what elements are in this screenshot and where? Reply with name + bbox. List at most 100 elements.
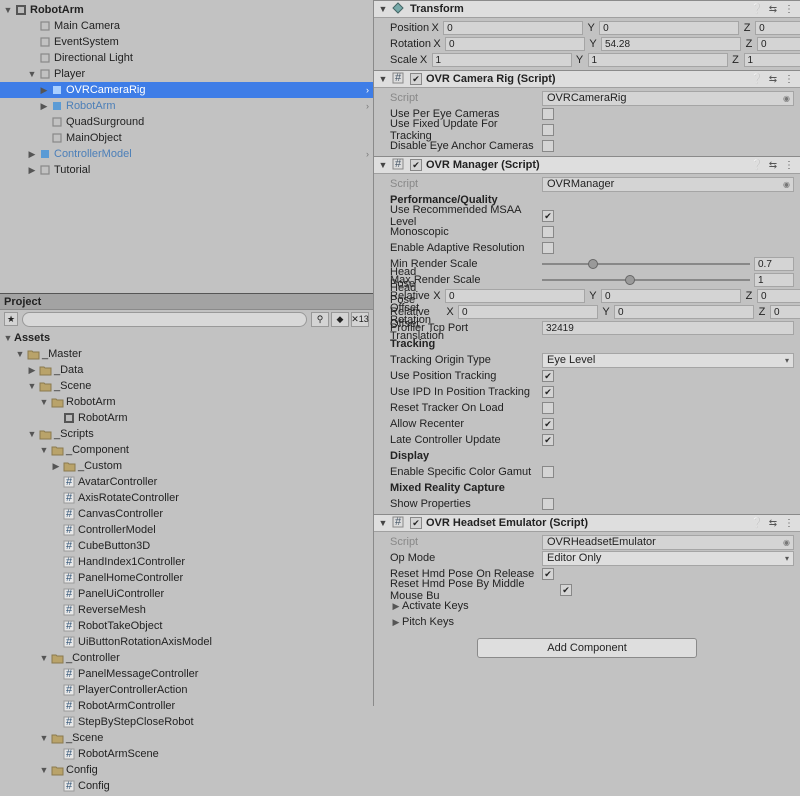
project-item[interactable]: ▼RobotArm (0, 394, 373, 410)
component-enabled-checkbox[interactable] (410, 517, 422, 529)
hierarchy-item[interactable]: QuadSurground (0, 114, 373, 130)
reset-tracker-checkbox[interactable] (542, 402, 554, 414)
project-item[interactable]: #AxisRotateController (0, 490, 373, 506)
tr-off-x[interactable] (458, 305, 598, 319)
foldout-icon[interactable]: ▼ (26, 69, 38, 79)
foldout-icon[interactable]: ▼ (2, 333, 14, 343)
ovr-manager-header[interactable]: ▼ # OVR Manager (Script) ❔⇆⋮ (374, 156, 800, 174)
rotation-x-input[interactable] (445, 37, 585, 51)
foldout-icon[interactable]: ▼ (14, 349, 26, 359)
help-icon[interactable]: ❔ (750, 2, 764, 16)
chevron-right-icon[interactable]: › (366, 149, 369, 159)
project-item[interactable]: #Config (0, 778, 373, 794)
project-item[interactable]: #RobotArmController (0, 698, 373, 714)
scale-z-input[interactable] (744, 53, 800, 67)
project-item[interactable]: #PanelUiController (0, 586, 373, 602)
activate-keys-label[interactable]: Activate Keys (402, 600, 554, 612)
hidden-count[interactable]: ✕13 (351, 312, 369, 327)
project-item[interactable]: #RobotTakeObject (0, 618, 373, 634)
project-item[interactable]: #HandIndex1Controller (0, 554, 373, 570)
script-field[interactable]: OVRHeadsetEmulator (542, 535, 794, 550)
search-type-icon[interactable]: ◆ (331, 312, 349, 327)
foldout-icon[interactable]: ▼ (378, 518, 388, 528)
help-icon[interactable]: ❔ (750, 158, 764, 172)
project-item[interactable]: #ControllerModel (0, 522, 373, 538)
component-enabled-checkbox[interactable] (410, 73, 422, 85)
use-fixed-update-checkbox[interactable] (542, 124, 554, 136)
foldout-icon[interactable]: ▼ (378, 4, 388, 14)
late-controller-checkbox[interactable] (542, 434, 554, 446)
position-y-input[interactable] (599, 21, 739, 35)
add-component-button[interactable]: Add Component (477, 638, 697, 658)
rotation-z-input[interactable] (757, 37, 800, 51)
rot-off-y[interactable] (601, 289, 741, 303)
reset-middle-mouse-checkbox[interactable] (560, 584, 572, 596)
foldout-icon[interactable]: ▼ (38, 765, 50, 775)
scale-x-input[interactable] (432, 53, 572, 67)
project-item[interactable]: #StepByStepCloseRobot (0, 714, 373, 730)
script-field[interactable]: OVRManager (542, 177, 794, 192)
use-per-eye-cameras-checkbox[interactable] (542, 108, 554, 120)
preset-icon[interactable]: ⇆ (766, 72, 780, 86)
rot-off-x[interactable] (445, 289, 585, 303)
foldout-icon[interactable]: ▶ (26, 365, 38, 376)
monoscopic-checkbox[interactable] (542, 226, 554, 238)
script-field[interactable]: OVRCameraRig (542, 91, 794, 106)
project-item[interactable]: #RobotArmScene (0, 746, 373, 762)
position-x-input[interactable] (443, 21, 583, 35)
project-item[interactable]: ▼Assets (0, 330, 373, 346)
tr-off-y[interactable] (614, 305, 754, 319)
max-render-scale-slider[interactable] (542, 279, 750, 281)
op-mode-dropdown[interactable]: Editor Only (542, 551, 794, 566)
foldout-icon[interactable]: ▼ (26, 429, 38, 439)
ovr-headset-emulator-header[interactable]: ▼ # OVR Headset Emulator (Script) ❔⇆⋮ (374, 514, 800, 532)
hierarchy-item[interactable]: ▶ControllerModel› (0, 146, 373, 162)
foldout-icon[interactable]: ▶ (50, 461, 62, 472)
tr-off-z[interactable] (770, 305, 800, 319)
profiler-port-input[interactable] (542, 321, 794, 335)
hierarchy-item[interactable]: MainObject (0, 130, 373, 146)
min-render-scale-slider[interactable] (542, 263, 750, 265)
foldout-icon[interactable]: ▼ (378, 160, 388, 170)
project-item[interactable]: #PanelHomeController (0, 570, 373, 586)
help-icon[interactable]: ❔ (750, 72, 764, 86)
foldout-icon[interactable]: ▶ (38, 101, 50, 112)
project-item[interactable]: #CanvasController (0, 506, 373, 522)
project-item[interactable]: #UiButtonRotationAxisModel (0, 634, 373, 650)
hierarchy-item[interactable]: Main Camera (0, 18, 373, 34)
scale-y-input[interactable] (588, 53, 728, 67)
foldout-icon[interactable]: ▼ (38, 733, 50, 743)
transform-component-header[interactable]: ▼ Transform ❔⇆⋮ (374, 0, 800, 18)
foldout-icon[interactable]: ▼ (26, 381, 38, 391)
project-item[interactable]: ▼_Scripts (0, 426, 373, 442)
color-gamut-checkbox[interactable] (542, 466, 554, 478)
favorite-button[interactable]: ★ (4, 312, 18, 326)
foldout-icon[interactable]: ▼ (38, 653, 50, 663)
foldout-icon[interactable]: ▼ (38, 445, 50, 455)
project-item[interactable]: RobotArm (0, 410, 373, 426)
foldout-icon[interactable]: ▼ (378, 74, 388, 84)
ovr-camera-rig-header[interactable]: ▼ # OVR Camera Rig (Script) ❔⇆⋮ (374, 70, 800, 88)
project-item[interactable]: #ReverseMesh (0, 602, 373, 618)
chevron-right-icon[interactable]: › (366, 101, 369, 111)
hierarchy-item[interactable]: ▶Tutorial (0, 162, 373, 178)
foldout-icon[interactable]: ▼ (2, 5, 14, 15)
hierarchy-item[interactable]: ▶RobotArm› (0, 98, 373, 114)
rot-off-z[interactable] (757, 289, 800, 303)
search-filter-icon[interactable]: ⚲ (311, 312, 329, 327)
pitch-keys-label[interactable]: Pitch Keys (402, 616, 554, 628)
project-item[interactable]: ▼_Controller (0, 650, 373, 666)
tracking-origin-dropdown[interactable]: Eye Level (542, 353, 794, 368)
project-item[interactable]: ▼_Scene (0, 730, 373, 746)
disable-eye-anchor-checkbox[interactable] (542, 140, 554, 152)
hierarchy-item[interactable]: EventSystem (0, 34, 373, 50)
project-item[interactable]: ▶_Custom (0, 458, 373, 474)
msaa-checkbox[interactable] (542, 210, 554, 222)
menu-icon[interactable]: ⋮ (782, 516, 796, 530)
max-render-scale-input[interactable] (754, 273, 794, 287)
hierarchy-item[interactable]: Directional Light (0, 50, 373, 66)
preset-icon[interactable]: ⇆ (766, 516, 780, 530)
project-item[interactable]: ▼_Component (0, 442, 373, 458)
menu-icon[interactable]: ⋮ (782, 72, 796, 86)
project-item[interactable]: ▶_Data (0, 362, 373, 378)
